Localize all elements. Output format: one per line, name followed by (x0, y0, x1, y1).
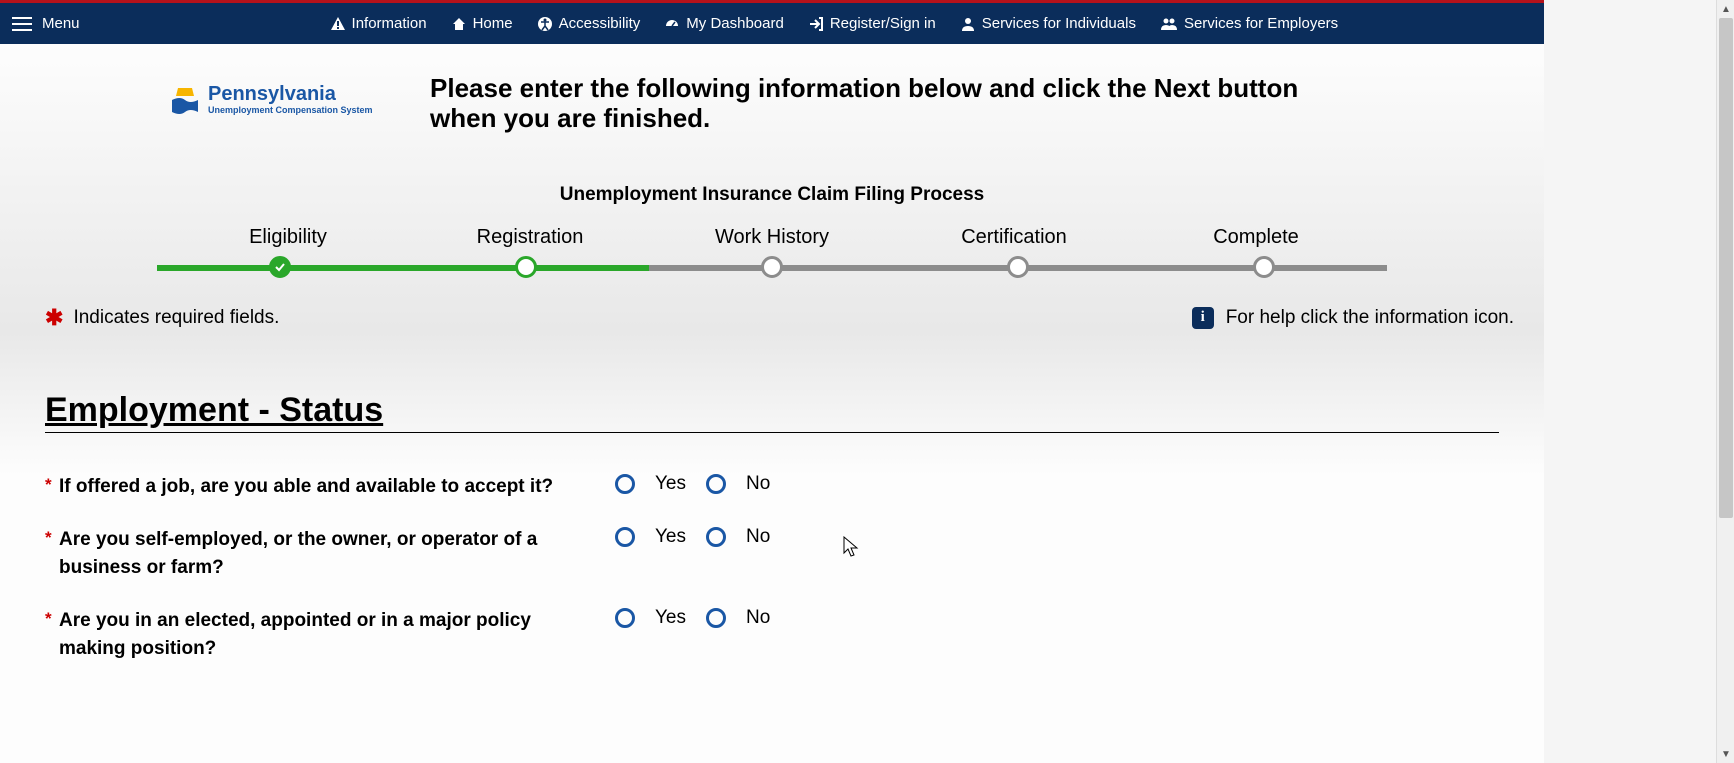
nav-links: Information Home Accessibility My Dashbo… (330, 15, 1339, 32)
nav-label: Services for Individuals (982, 15, 1136, 32)
nav-accessibility[interactable]: Accessibility (537, 15, 641, 32)
step-node-work-history (761, 256, 783, 278)
required-star-icon: * (45, 526, 52, 551)
dashboard-icon (664, 16, 680, 32)
page-instruction: Please enter the following information b… (430, 74, 1330, 134)
person-icon (960, 16, 976, 32)
step-node-complete (1253, 256, 1275, 278)
scroll-thumb[interactable] (1719, 18, 1733, 518)
progress-title: Unemployment Insurance Claim Filing Proc… (0, 184, 1544, 206)
help-hint: i For help click the information icon. (1192, 307, 1514, 329)
option-label-no: No (746, 473, 770, 495)
required-star-icon: * (45, 473, 52, 498)
keystone-icon (170, 86, 200, 114)
signin-icon (808, 16, 824, 32)
radio-no[interactable] (706, 474, 726, 494)
question-text: If offered a job, are you able and avail… (59, 476, 553, 497)
option-label-yes: Yes (655, 607, 686, 629)
logo-block: Pennsylvania Unemployment Compensation S… (170, 84, 390, 115)
nav-individuals[interactable]: Services for Individuals (960, 15, 1136, 32)
option-label-yes: Yes (655, 473, 686, 495)
nav-label: My Dashboard (686, 15, 784, 32)
step-node-eligibility (269, 256, 291, 278)
people-icon (1160, 16, 1178, 32)
step-label: Certification (893, 226, 1135, 249)
radio-no[interactable] (706, 608, 726, 628)
menu-button[interactable]: Menu (12, 15, 80, 32)
logo-title: Pennsylvania (208, 84, 373, 104)
required-text: Indicates required fields. (73, 307, 279, 329)
radio-yes[interactable] (615, 474, 635, 494)
nav-label: Services for Employers (1184, 15, 1338, 32)
nav-label: Information (352, 15, 427, 32)
step-label: Work History (651, 226, 893, 249)
home-icon (451, 16, 467, 32)
question-text: Are you in an elected, appointed or in a… (59, 610, 531, 659)
scroll-down-icon[interactable]: ▼ (1717, 745, 1734, 763)
info-icon[interactable]: i (1192, 307, 1214, 329)
radio-yes[interactable] (615, 608, 635, 628)
question-text: Are you self-employed, or the owner, or … (59, 529, 537, 578)
radio-no[interactable] (706, 527, 726, 547)
scroll-up-icon[interactable]: ▲ (1717, 0, 1734, 18)
question-row: * Are you self-employed, or the owner, o… (45, 526, 1499, 581)
option-label-no: No (746, 526, 770, 548)
required-hint: ✱ Indicates required fields. (45, 305, 279, 331)
logo-subtitle: Unemployment Compensation System (208, 106, 373, 115)
help-text: For help click the information icon. (1226, 307, 1514, 329)
top-nav-bar: Menu Information Home Accessibility (0, 0, 1544, 44)
option-label-yes: Yes (655, 526, 686, 548)
question-row: * Are you in an elected, appointed or in… (45, 607, 1499, 662)
menu-label: Menu (42, 15, 80, 32)
step-label: Complete (1135, 226, 1377, 249)
nav-dashboard[interactable]: My Dashboard (664, 15, 784, 32)
nav-information[interactable]: Information (330, 15, 427, 32)
radio-yes[interactable] (615, 527, 635, 547)
nav-home[interactable]: Home (451, 15, 513, 32)
required-star-icon: ✱ (45, 305, 63, 331)
progress-tracker: Eligibility Registration Work History Ce… (157, 226, 1387, 277)
question-row: * If offered a job, are you able and ava… (45, 473, 1499, 501)
nav-label: Accessibility (559, 15, 641, 32)
option-label-no: No (746, 607, 770, 629)
nav-label: Home (473, 15, 513, 32)
step-label: Eligibility (167, 226, 409, 249)
vertical-scrollbar[interactable]: ▲ ▼ (1716, 0, 1734, 763)
nav-signin[interactable]: Register/Sign in (808, 15, 936, 32)
page-content: Pennsylvania Unemployment Compensation S… (0, 44, 1544, 763)
warning-icon (330, 16, 346, 32)
step-node-certification (1007, 256, 1029, 278)
nav-employers[interactable]: Services for Employers (1160, 15, 1338, 32)
accessibility-icon (537, 16, 553, 32)
step-node-registration (515, 256, 537, 278)
progress-fill (157, 265, 649, 271)
step-label: Registration (409, 226, 651, 249)
required-star-icon: * (45, 607, 52, 632)
hamburger-icon (12, 17, 32, 31)
question-list: * If offered a job, are you able and ava… (45, 473, 1499, 663)
section-title: Employment - Status (45, 391, 1499, 433)
nav-label: Register/Sign in (830, 15, 936, 32)
